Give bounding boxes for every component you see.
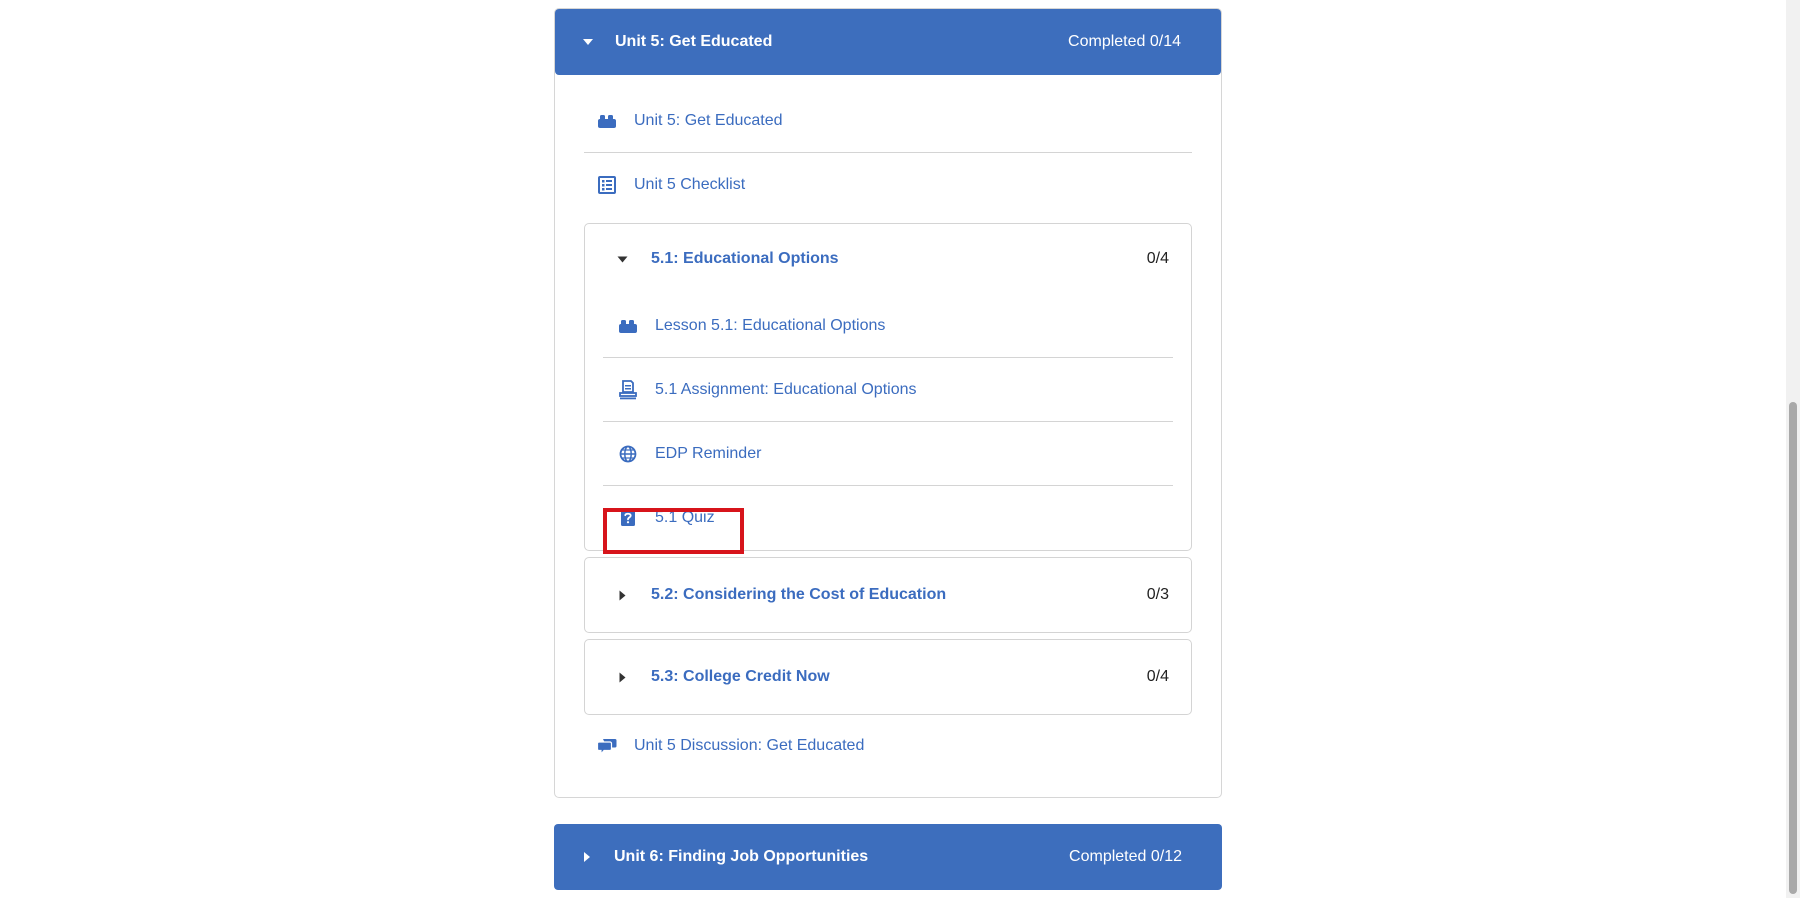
lego-block-icon xyxy=(617,315,639,337)
lego-block-icon xyxy=(596,110,618,132)
unit-6-card: Unit 6: Finding Job Opportunities Comple… xyxy=(554,824,1222,890)
subunit-5-3-header[interactable]: 5.3: College Credit Now 0/4 xyxy=(585,640,1191,714)
unit-6-title: Unit 6: Finding Job Opportunities xyxy=(614,848,869,865)
caret-down-icon xyxy=(581,38,595,46)
quiz-highlight-box xyxy=(603,508,744,554)
scrollbar-track[interactable] xyxy=(1786,0,1800,898)
globe-icon xyxy=(617,443,639,465)
subunit-5-2-count: 0/3 xyxy=(1146,586,1169,603)
subunit-5-3-title: 5.3: College Credit Now xyxy=(651,668,830,685)
unit-6-completed: Completed 0/12 xyxy=(1069,848,1182,865)
unit-5-discussion-label[interactable]: Unit 5 Discussion: Get Educated xyxy=(634,737,864,755)
unit-5-lesson-link[interactable]: Unit 5: Get Educated xyxy=(584,89,1192,153)
unit-5-body: Unit 5: Get Educated Unit 5 Checklist 5.… xyxy=(555,75,1221,797)
assignment-5-1-label[interactable]: 5.1 Assignment: Educational Options xyxy=(655,381,917,399)
scrollbar-thumb[interactable] xyxy=(1789,402,1797,894)
unit-5-header[interactable]: Unit 5: Get Educated Completed 0/14 xyxy=(555,9,1221,75)
unit-5-completed: Completed 0/14 xyxy=(1068,33,1181,50)
caret-down-icon xyxy=(615,256,629,263)
edp-reminder-label[interactable]: EDP Reminder xyxy=(655,445,761,463)
subunit-5-1-header[interactable]: 5.1: Educational Options 0/4 xyxy=(585,224,1191,294)
lesson-5-1-label[interactable]: Lesson 5.1: Educational Options xyxy=(655,317,885,335)
caret-right-icon xyxy=(615,590,629,601)
caret-right-icon xyxy=(580,851,594,863)
unit-5-checklist-link[interactable]: Unit 5 Checklist xyxy=(584,153,1192,217)
unit-5-checklist-label[interactable]: Unit 5 Checklist xyxy=(634,176,745,194)
unit-5-discussion-link[interactable]: Unit 5 Discussion: Get Educated xyxy=(584,715,1192,777)
assignment-icon xyxy=(617,379,639,401)
unit-5-title: Unit 5: Get Educated xyxy=(615,33,773,50)
subunit-5-2-title: 5.2: Considering the Cost of Education xyxy=(651,586,947,603)
subunit-5-2-header[interactable]: 5.2: Considering the Cost of Education 0… xyxy=(585,558,1191,632)
subunit-5-1: 5.1: Educational Options 0/4 Lesson 5.1:… xyxy=(584,223,1192,551)
lesson-5-1-link[interactable]: Lesson 5.1: Educational Options xyxy=(603,294,1173,358)
subunit-5-1-count: 0/4 xyxy=(1146,250,1169,267)
caret-right-icon xyxy=(615,672,629,683)
assignment-5-1-link[interactable]: 5.1 Assignment: Educational Options xyxy=(603,358,1173,422)
subunit-5-1-title: 5.1: Educational Options xyxy=(651,250,839,267)
edp-reminder-link[interactable]: EDP Reminder xyxy=(603,422,1173,486)
discussion-icon xyxy=(596,735,618,757)
subunit-5-3-count: 0/4 xyxy=(1146,668,1169,685)
unit-5-card: Unit 5: Get Educated Completed 0/14 Unit… xyxy=(554,8,1222,798)
subunit-5-3: 5.3: College Credit Now 0/4 xyxy=(584,639,1192,715)
unit-6-header[interactable]: Unit 6: Finding Job Opportunities Comple… xyxy=(554,824,1222,890)
checklist-icon xyxy=(596,174,618,196)
unit-5-lesson-label[interactable]: Unit 5: Get Educated xyxy=(634,112,783,130)
subunit-5-2: 5.2: Considering the Cost of Education 0… xyxy=(584,557,1192,633)
